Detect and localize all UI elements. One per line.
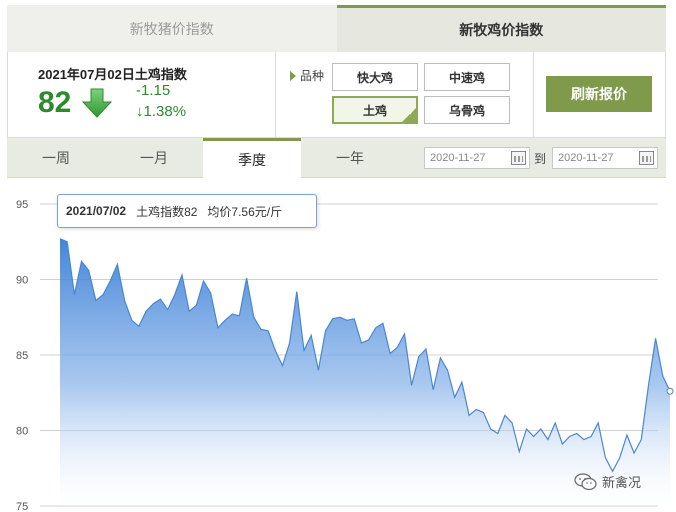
start-date-value: 2020-11-27	[430, 152, 486, 164]
calendar-icon[interactable]	[639, 151, 654, 165]
end-date-value: 2020-11-27	[558, 152, 614, 164]
y-tick-label: 90	[16, 275, 28, 287]
variety-label-text: 品种	[300, 69, 325, 83]
index-type-tabs: 新牧猪价指数 新牧鸡价指数	[7, 5, 666, 52]
area-fill	[60, 238, 670, 506]
tab-pig-price-index[interactable]: 新牧猪价指数	[7, 5, 337, 52]
tooltip-avg-price: 均价7.56元/斤	[207, 204, 283, 219]
period-tabs: 一周 一月 季度 一年 2020-11-27 到 2020-11-27	[7, 138, 666, 179]
tooltip-index: 土鸡指数82	[136, 204, 198, 219]
data-point	[666, 387, 674, 395]
tab-year[interactable]: 一年	[301, 138, 399, 178]
info-panel: 2021年07月02日土鸡指数 82 -1.15 ↓1.38% 品种 快大鸡 中…	[7, 52, 666, 138]
watermark: 新禽况	[574, 472, 641, 491]
index-change: -1.15	[136, 82, 171, 99]
y-tick-label: 85	[16, 350, 28, 362]
index-title: 2021年07月02日土鸡指数	[38, 67, 187, 82]
variety-selector: 品种 快大鸡 中速鸡 土鸡 乌骨鸡	[276, 52, 534, 137]
y-tick-label: 80	[16, 426, 28, 438]
tab-quarter[interactable]: 季度	[203, 138, 301, 179]
variety-option-native-label: 土鸡	[362, 103, 387, 118]
index-summary: 2021年07月02日土鸡指数 82 -1.15 ↓1.38%	[8, 52, 276, 137]
price-index-chart: 95 90 85 80 75	[16, 199, 674, 512]
date-range-separator: 到	[534, 152, 547, 166]
index-change-percent: ↓1.38%	[136, 103, 187, 120]
tab-chicken-price-index[interactable]: 新牧鸡价指数	[336, 5, 666, 52]
y-tick-label: 95	[16, 199, 28, 211]
down-arrow-icon	[82, 88, 112, 118]
triangle-right-icon	[290, 70, 296, 81]
tab-month[interactable]: 一月	[105, 138, 203, 178]
index-value: 82	[38, 86, 72, 119]
wechat-icon	[574, 472, 597, 490]
variety-option-medium[interactable]: 中速鸡	[424, 63, 510, 91]
check-icon	[402, 108, 416, 122]
watermark-text: 新禽况	[602, 475, 642, 490]
end-date-input[interactable]: 2020-11-27	[552, 147, 658, 169]
refresh-price-button[interactable]: 刷新报价	[546, 76, 652, 112]
start-date-input[interactable]: 2020-11-27	[424, 147, 530, 169]
y-axis-ticks: 95 90 85 80 75	[16, 199, 28, 512]
variety-option-silkie[interactable]: 乌骨鸡	[424, 96, 510, 124]
variety-option-native[interactable]: 土鸡	[332, 96, 418, 124]
variety-label: 品种	[290, 67, 324, 84]
y-tick-label: 75	[16, 501, 28, 512]
tooltip-date: 2021/07/02	[66, 204, 127, 218]
variety-option-fast[interactable]: 快大鸡	[332, 63, 418, 91]
chart-tooltip: 2021/07/02 土鸡指数82 均价7.56元/斤	[57, 194, 317, 228]
calendar-icon[interactable]	[511, 151, 526, 165]
tab-week[interactable]: 一周	[7, 138, 105, 178]
